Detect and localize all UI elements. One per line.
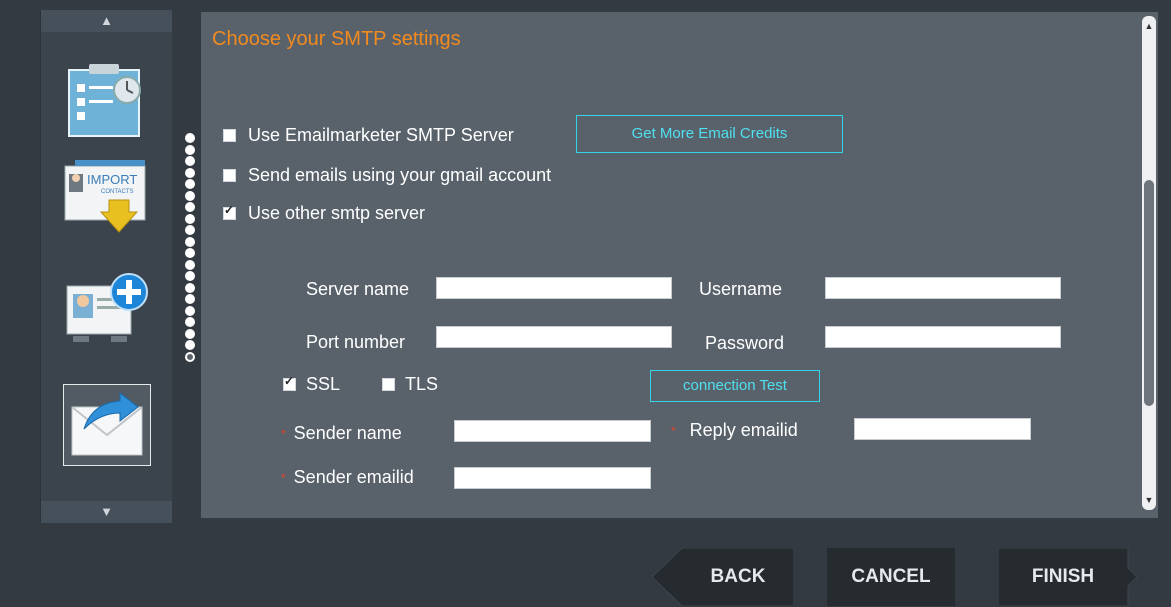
scroll-down-icon[interactable]: ▼ (1142, 492, 1156, 508)
finish-button[interactable]: FINISH (998, 548, 1128, 606)
server-name-field[interactable] (436, 277, 672, 299)
sender-name-text: Sender name (293, 423, 402, 443)
scroll-up-icon[interactable]: ▲ (1142, 18, 1156, 34)
progress-dot (185, 144, 195, 155)
server-name-label: Server name (306, 279, 410, 299)
progress-dot (185, 167, 195, 178)
username-field[interactable] (825, 277, 1061, 299)
progress-dot-current (185, 351, 195, 362)
add-contact-step-icon[interactable] (63, 268, 151, 348)
get-more-email-credits-button[interactable]: Get More Email Credits (576, 115, 843, 153)
progress-dot (185, 202, 195, 212)
gmail-account-label: Send emails using your gmail account (248, 165, 552, 185)
required-marker: * (281, 427, 286, 442)
tls-checkbox[interactable] (382, 378, 395, 391)
progress-dot (185, 156, 195, 166)
sender-emailid-text: Sender emailid (293, 467, 414, 487)
ssl-label: SSL (306, 374, 341, 394)
progress-dot (185, 259, 195, 270)
progress-dot (185, 248, 195, 258)
sender-emailid-field[interactable] (454, 467, 651, 489)
import-logo-text: IMPORT (87, 172, 137, 187)
progress-dot (185, 328, 195, 339)
progress-dot (185, 213, 195, 224)
reply-emailid-label: * Reply emailid (671, 420, 798, 441)
ssl-checkbox[interactable] (283, 374, 296, 391)
wizard-sidebar: ▲ IMPORT CONTACTS ▼ (40, 10, 172, 523)
cancel-button[interactable]: CANCEL (827, 548, 955, 606)
tls-option[interactable]: TLS (382, 374, 438, 395)
progress-dot (185, 305, 195, 316)
progress-dot (185, 190, 195, 201)
username-label: Username (699, 279, 783, 299)
sidebar-scroll-up-icon[interactable]: ▲ (41, 10, 172, 32)
other-smtp-label: Use other smtp server (248, 203, 426, 223)
ssl-option[interactable]: SSL (283, 374, 340, 395)
port-number-label: Port number (306, 332, 406, 352)
connection-test-button[interactable]: connection Test (650, 370, 820, 402)
option-emailmarketer-smtp[interactable]: Use Emailmarketer SMTP Server (223, 125, 514, 146)
progress-dot (185, 282, 195, 293)
progress-dot (185, 294, 195, 304)
send-email-step-icon[interactable] (63, 384, 151, 466)
required-marker: * (671, 424, 676, 439)
gmail-account-checkbox[interactable] (223, 169, 236, 182)
progress-dot (185, 271, 195, 281)
checklist-step-icon[interactable] (63, 62, 151, 142)
progress-dot (185, 225, 195, 235)
sender-name-label: * Sender name (281, 423, 402, 444)
progress-dot (185, 179, 195, 189)
page-title: Choose your SMTP settings (212, 28, 461, 50)
vertical-scrollbar[interactable]: ▲ ▼ (1142, 16, 1156, 510)
import-contacts-step-icon[interactable]: IMPORT CONTACTS (63, 160, 151, 240)
back-button[interactable]: BACK (682, 548, 794, 606)
password-label: Password (705, 333, 785, 353)
required-marker: * (281, 471, 286, 486)
port-number-field[interactable] (436, 326, 672, 348)
sender-name-field[interactable] (454, 420, 651, 442)
emailmarketer-smtp-label: Use Emailmarketer SMTP Server (248, 125, 514, 145)
smtp-settings-panel: Choose your SMTP settings Use Emailmarke… (185, 12, 1158, 518)
option-gmail-account[interactable]: Send emails using your gmail account (223, 165, 551, 186)
progress-dot (185, 236, 195, 247)
option-other-smtp[interactable]: Use other smtp server (223, 203, 425, 224)
reply-emailid-field[interactable] (854, 418, 1031, 440)
tls-label: TLS (405, 374, 439, 394)
scrollbar-thumb[interactable] (1144, 180, 1154, 406)
sender-emailid-label: * Sender emailid (281, 467, 414, 488)
emailmarketer-smtp-checkbox[interactable] (223, 129, 236, 142)
progress-dot (185, 340, 195, 350)
password-field[interactable] (825, 326, 1061, 348)
contacts-logo-text: CONTACTS (101, 189, 134, 195)
progress-dots (185, 133, 197, 363)
other-smtp-checkbox[interactable] (223, 203, 236, 220)
progress-dot (185, 133, 195, 143)
sidebar-scroll-down-icon[interactable]: ▼ (41, 501, 172, 523)
progress-dot (185, 317, 195, 327)
reply-emailid-text: Reply emailid (689, 420, 798, 440)
